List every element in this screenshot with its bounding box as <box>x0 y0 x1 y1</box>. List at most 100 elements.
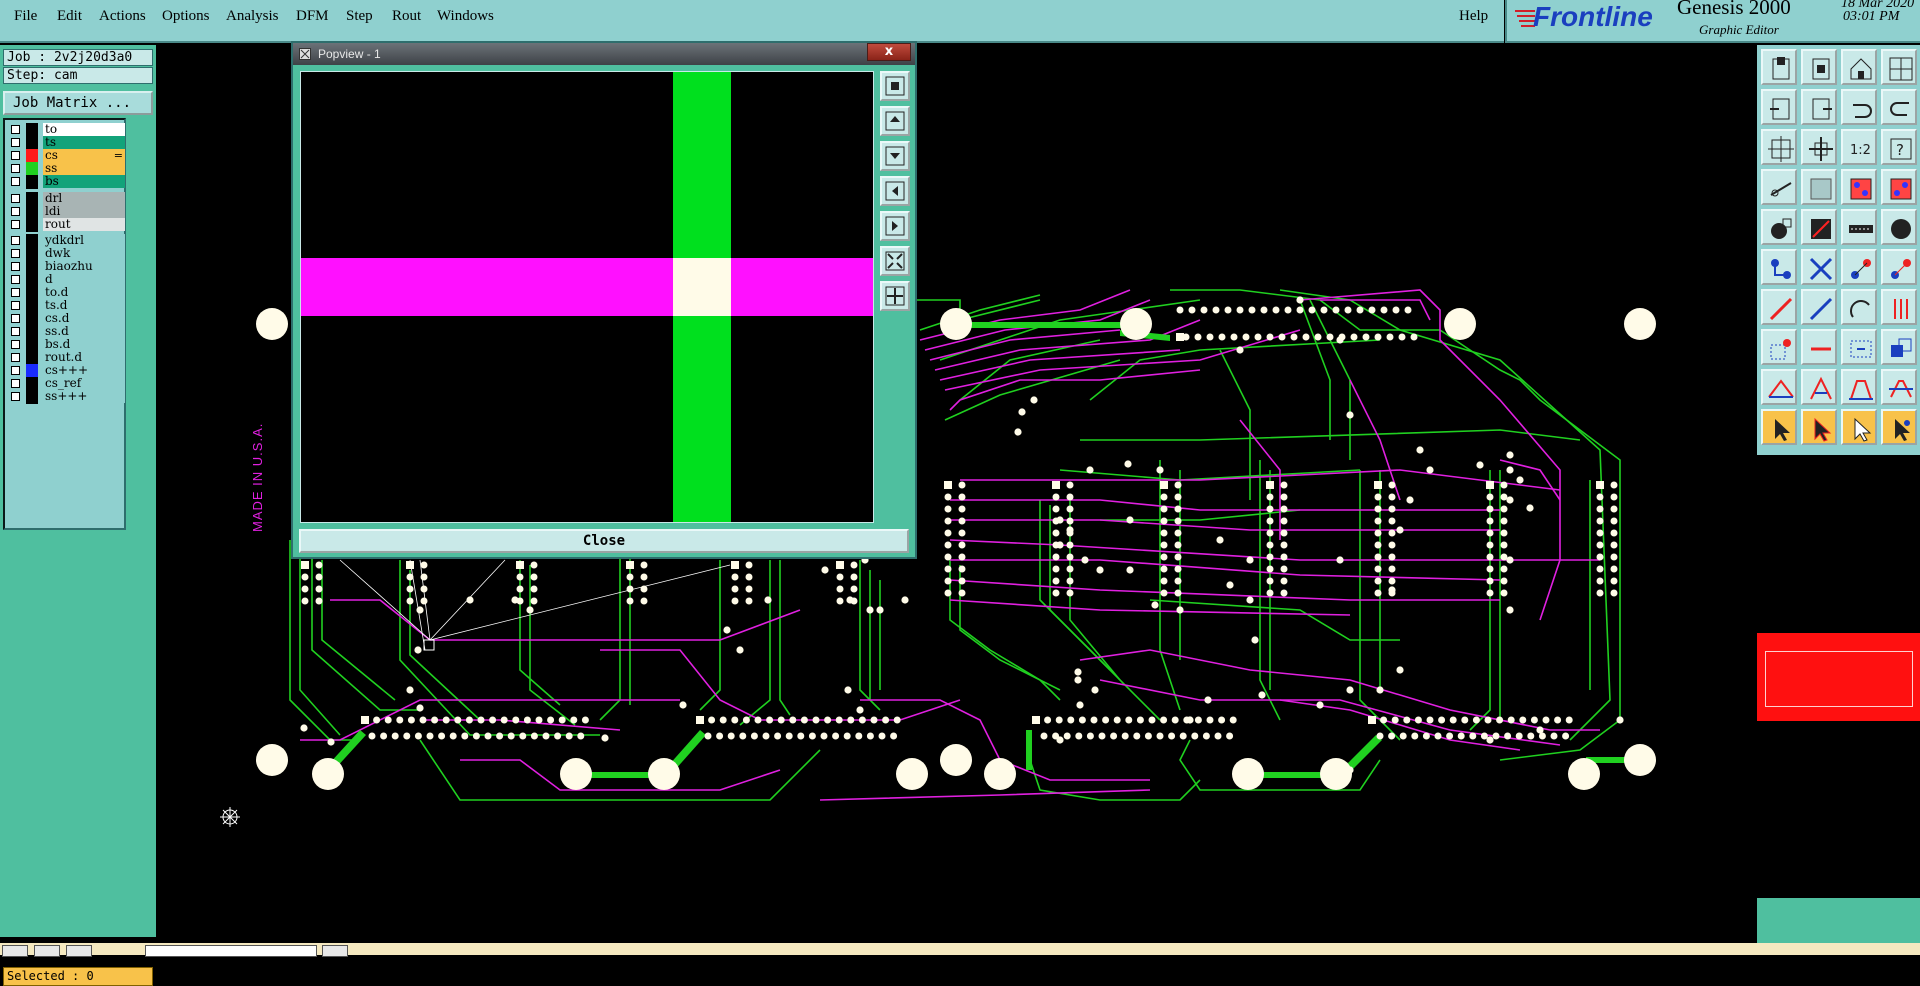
popview-pan-down-icon[interactable] <box>880 141 910 171</box>
popview-pan-right-icon[interactable] <box>880 211 910 241</box>
pad-icon[interactable] <box>1761 209 1797 245</box>
layer-checkbox[interactable] <box>11 220 20 229</box>
menu-windows[interactable]: Windows <box>437 8 494 25</box>
menu-help[interactable]: Help <box>1459 8 1488 25</box>
cross-icon[interactable] <box>1801 249 1837 285</box>
triangle-icon[interactable] <box>1761 369 1797 405</box>
layer-row-ss[interactable]: ss <box>7 162 125 176</box>
redo-icon[interactable] <box>1881 89 1917 125</box>
popview-close-button[interactable]: Close <box>299 529 909 553</box>
grid-icon[interactable] <box>1801 169 1837 205</box>
layer-checkbox[interactable] <box>11 177 20 186</box>
line-icon[interactable] <box>1761 289 1797 325</box>
add-node-icon[interactable] <box>1761 249 1797 285</box>
status-button-3[interactable] <box>66 945 92 957</box>
layer-checkbox[interactable] <box>11 138 20 147</box>
layer-checkbox[interactable] <box>11 151 20 160</box>
layer-checkbox[interactable] <box>11 301 20 310</box>
status-button-2[interactable] <box>34 945 60 957</box>
popview-pan-up-icon[interactable] <box>880 106 910 136</box>
layer-checkbox[interactable] <box>11 164 20 173</box>
line3-icon[interactable] <box>1801 329 1837 365</box>
arc-icon[interactable] <box>1841 289 1877 325</box>
pad <box>542 732 550 740</box>
layer-row-rout[interactable]: rout <box>7 218 125 232</box>
layer-checkbox[interactable] <box>11 125 20 134</box>
layer-row-bs[interactable]: bs <box>7 175 125 189</box>
snap-icon[interactable] <box>1761 169 1797 205</box>
measure-icon[interactable] <box>1841 209 1877 245</box>
line-point-icon[interactable] <box>1881 249 1917 285</box>
layer-row-biaozhu[interactable]: biaozhu <box>7 260 125 274</box>
pointer2-icon[interactable] <box>1801 409 1837 445</box>
split-view-icon[interactable] <box>1881 49 1917 85</box>
layer-checkbox[interactable] <box>11 207 20 216</box>
zoom-out-icon[interactable] <box>1801 49 1837 85</box>
menu-analysis[interactable]: Analysis <box>226 8 279 25</box>
layer-row-to[interactable]: to <box>7 123 125 137</box>
menu-rout[interactable]: Rout <box>392 8 421 25</box>
layer-checkbox[interactable] <box>11 392 20 401</box>
menu-dfm[interactable]: DFM <box>296 8 329 25</box>
popview-pan-left-icon[interactable] <box>880 176 910 206</box>
status-button-4[interactable] <box>322 945 348 957</box>
home-icon[interactable] <box>1841 49 1877 85</box>
layer-row-ts[interactable]: ts <box>7 136 125 150</box>
pan-left-icon[interactable] <box>1761 89 1797 125</box>
right-minimap[interactable] <box>1757 455 1920 943</box>
angle-icon[interactable] <box>1841 369 1877 405</box>
close-icon[interactable]: x <box>867 43 911 61</box>
pan-right-icon[interactable] <box>1801 89 1837 125</box>
layer-row-cs[interactable]: cs = <box>7 149 125 163</box>
menu-options[interactable]: Options <box>162 8 210 25</box>
fit-icon[interactable] <box>1761 129 1797 165</box>
layer-checkbox[interactable] <box>11 340 20 349</box>
pins-icon[interactable] <box>1881 289 1917 325</box>
layer-checkbox[interactable] <box>11 288 20 297</box>
menu-file[interactable]: File <box>14 8 37 25</box>
line2-icon[interactable] <box>1801 289 1837 325</box>
copy-icon[interactable] <box>1881 329 1917 365</box>
layer-checkbox[interactable] <box>11 262 20 271</box>
help-icon[interactable]: ? <box>1881 129 1917 165</box>
layer-checkbox[interactable] <box>11 275 20 284</box>
status-button-1[interactable] <box>2 945 28 957</box>
resize-icon[interactable] <box>1841 329 1877 365</box>
triangle2-icon[interactable] <box>1801 369 1837 405</box>
layer-checkbox[interactable] <box>11 353 20 362</box>
zoom-home-icon[interactable] <box>1761 49 1797 85</box>
layer-checkbox[interactable] <box>11 236 20 245</box>
menu-edit[interactable]: Edit <box>57 8 82 25</box>
pointer-icon[interactable] <box>1761 409 1797 445</box>
connect-icon[interactable] <box>1841 169 1877 205</box>
pad <box>368 732 376 740</box>
layer-checkbox[interactable] <box>11 327 20 336</box>
layer-checkbox[interactable] <box>11 366 20 375</box>
connect2-icon[interactable] <box>1881 169 1917 205</box>
move-point-icon[interactable] <box>1841 249 1877 285</box>
angle2-icon[interactable] <box>1881 369 1917 405</box>
layer-checkbox[interactable] <box>11 249 20 258</box>
menu-actions[interactable]: Actions <box>99 8 146 25</box>
popview-zoom-icon[interactable] <box>880 71 910 101</box>
popview-titlebar[interactable]: Popview - 1 x <box>293 43 915 65</box>
select-pad-icon[interactable] <box>1761 329 1797 365</box>
scale-1-2-icon[interactable]: 1:2 <box>1841 129 1877 165</box>
layer-row-ss---[interactable]: ss+++ <box>7 390 125 404</box>
popview-canvas[interactable] <box>300 71 874 523</box>
menu-step[interactable]: Step <box>346 8 373 25</box>
undo-icon[interactable] <box>1841 89 1877 125</box>
circle-icon[interactable] <box>1881 209 1917 245</box>
layer-checkbox[interactable] <box>11 314 20 323</box>
popview-zoom-out-icon[interactable] <box>880 281 910 311</box>
layer-checkbox[interactable] <box>11 379 20 388</box>
pointer4-icon[interactable] <box>1881 409 1917 445</box>
pointer3-icon[interactable] <box>1841 409 1877 445</box>
layer-checkbox[interactable] <box>11 194 20 203</box>
job-matrix-button[interactable]: Job Matrix ... <box>3 91 153 115</box>
layer-row-drl[interactable]: drl <box>7 192 125 206</box>
surface-icon[interactable] <box>1801 209 1837 245</box>
command-input[interactable] <box>145 945 317 957</box>
popview-zoom-in-icon[interactable] <box>880 246 910 276</box>
zoom-fit-icon[interactable] <box>1801 129 1837 165</box>
